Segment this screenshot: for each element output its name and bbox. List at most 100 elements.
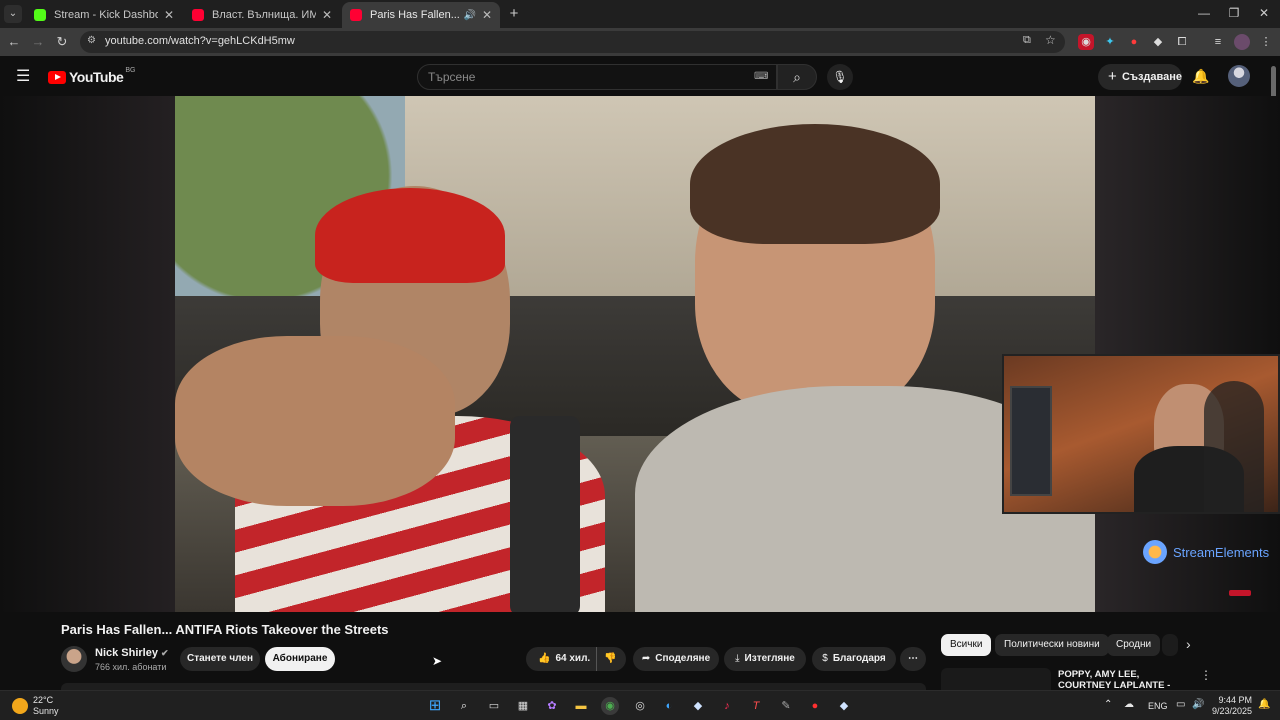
kick-icon xyxy=(34,9,46,21)
app-icon[interactable]: ✎ xyxy=(777,697,795,715)
network-icon[interactable]: ▭ xyxy=(1176,699,1185,710)
channel-name[interactable]: Nick Shirley ✔ xyxy=(95,647,169,659)
webcam-monitor xyxy=(1010,386,1052,496)
thumbs-down-icon[interactable]: 👎 xyxy=(604,647,616,671)
channel-avatar[interactable] xyxy=(61,646,87,672)
windows-taskbar: 22°C Sunny ⊞ ⌕ ▭ ▦ ✿ ▬ ◉ ◎ ◐ ◆ ♪ T ✎ ● ◆… xyxy=(0,690,1280,720)
overlay-alert-badge xyxy=(1229,590,1251,596)
profile-avatar[interactable] xyxy=(1234,34,1250,50)
steam-icon[interactable]: ◆ xyxy=(689,697,707,715)
tiktok-icon[interactable]: ♪ xyxy=(718,697,736,715)
tab-youtube-empire[interactable]: Власт. Вълнища. ИМПЕРИЯ. И ✕ xyxy=(184,2,340,28)
streamelements-text: StreamElements xyxy=(1173,544,1270,560)
keyboard-icon[interactable]: ⌨ xyxy=(754,71,768,82)
thumbs-up-icon[interactable]: 👍 xyxy=(538,653,550,664)
chip-label: Сродни xyxy=(1116,639,1152,650)
restore-button[interactable]: ❐ xyxy=(1218,0,1250,28)
clock[interactable]: 9:44 PM 9/23/2025 xyxy=(1212,695,1252,716)
notification-icon[interactable]: 🔔 xyxy=(1258,699,1270,710)
youtube-logo[interactable]: YouTube BG xyxy=(48,67,135,85)
weather-desc[interactable]: Sunny xyxy=(33,706,59,716)
microphone-icon: 🎙 xyxy=(832,70,848,84)
description-box[interactable] xyxy=(61,683,926,690)
extensions-puzzle-icon[interactable]: ⧠ xyxy=(1174,34,1190,50)
chip-all[interactable]: Всички xyxy=(941,634,992,656)
app-icon[interactable]: T xyxy=(747,697,765,715)
new-tab-button[interactable]: + xyxy=(505,5,523,23)
steam-icon[interactable]: ◆ xyxy=(835,697,853,715)
reload-button[interactable]: ↻ xyxy=(52,32,72,52)
video-player[interactable] xyxy=(175,96,1095,612)
extension-icon[interactable]: ● xyxy=(1126,34,1142,50)
search-input[interactable] xyxy=(428,70,728,84)
reading-list-icon[interactable]: ≡ xyxy=(1210,34,1226,50)
back-button[interactable]: ← xyxy=(4,32,24,52)
tray-overflow-icon[interactable]: ⌃ xyxy=(1104,699,1112,710)
app-icon[interactable]: ● xyxy=(806,697,824,715)
like-count[interactable]: 64 хил. xyxy=(555,653,590,664)
extension-icon[interactable]: ✦ xyxy=(1102,34,1118,50)
minimize-button[interactable]: — xyxy=(1188,0,1220,28)
chevron-right-icon[interactable]: › xyxy=(1186,636,1191,652)
cast-icon[interactable]: ⧉ xyxy=(1023,34,1031,47)
share-button[interactable]: ➦ Споделяне xyxy=(633,647,719,671)
app-icon[interactable]: ◎ xyxy=(631,697,649,715)
chrome-icon[interactable]: ◉ xyxy=(601,697,619,715)
like-dislike-group: 👍 64 хил. 👎 xyxy=(526,647,626,671)
windows-start-icon[interactable]: ⊞ xyxy=(426,697,444,715)
join-button[interactable]: Станете член xyxy=(180,647,260,671)
thanks-button[interactable]: $ Благодаря xyxy=(812,647,896,671)
close-tab-icon[interactable]: ✕ xyxy=(322,8,332,22)
streamer-webcam-overlay xyxy=(1002,354,1280,514)
weather-sun-icon[interactable] xyxy=(12,698,28,714)
video-title: Paris Has Fallen... ANTIFA Riots Takeove… xyxy=(61,622,389,637)
chip-partial[interactable] xyxy=(1162,634,1178,656)
tab-paris-has-fallen[interactable]: Paris Has Fallen... ANTIFA R 🔊 ✕ xyxy=(342,2,500,28)
tab-kick-dashboard[interactable]: Stream - Kick Dashboard ✕ xyxy=(26,2,182,28)
recommendation-thumbnail[interactable] xyxy=(941,668,1051,690)
hamburger-menu-icon[interactable]: ☰ xyxy=(16,66,30,86)
close-tab-icon[interactable]: ✕ xyxy=(164,8,174,22)
extension-icon[interactable]: ◆ xyxy=(1150,34,1166,50)
mouse-cursor-icon: ➤ xyxy=(432,654,443,668)
volume-icon[interactable]: 🔊 xyxy=(1192,699,1204,710)
app-icon[interactable]: ◐ xyxy=(660,697,678,715)
file-explorer-icon[interactable]: ▬ xyxy=(572,697,590,715)
address-bar[interactable]: ⚙ youtube.com/watch?v=gehLCKdH5mw ⧉ ☆ xyxy=(80,31,1065,53)
store-icon[interactable]: ▦ xyxy=(514,697,532,715)
subscribe-label: Абониране xyxy=(272,653,328,664)
chip-related[interactable]: Сродни xyxy=(1107,634,1161,656)
plus-icon: + xyxy=(1108,68,1117,85)
speaker-icon[interactable]: 🔊 xyxy=(463,10,475,21)
search-box[interactable]: ⌨ xyxy=(417,64,777,90)
more-menu-icon[interactable]: ⋮ xyxy=(1258,34,1274,50)
task-view-icon[interactable]: ▭ xyxy=(485,697,503,715)
clock-date: 9/23/2025 xyxy=(1212,706,1253,716)
weather-temp[interactable]: 22°C xyxy=(33,695,53,705)
account-avatar[interactable] xyxy=(1228,65,1250,87)
create-button[interactable]: + Създаване xyxy=(1098,64,1182,90)
video-frame-hand xyxy=(175,336,455,506)
cloud-icon[interactable]: ☁ xyxy=(1124,699,1134,710)
extension-icon[interactable]: ◉ xyxy=(1078,34,1094,50)
close-window-button[interactable]: ✕ xyxy=(1248,0,1280,28)
search-icon[interactable]: ⌕ xyxy=(455,697,473,715)
forward-button[interactable]: → xyxy=(28,32,48,52)
subscribe-button[interactable]: Абониране xyxy=(265,647,335,671)
chip-political-news[interactable]: Политически новини xyxy=(995,634,1109,656)
search-button[interactable]: ⌕ xyxy=(777,64,817,90)
more-actions-button[interactable]: ⋯ xyxy=(900,647,926,671)
language-indicator[interactable]: ENG xyxy=(1148,701,1168,711)
bookmark-star-icon[interactable]: ☆ xyxy=(1045,33,1056,47)
create-label: Създаване xyxy=(1122,71,1183,83)
notifications-bell-icon[interactable]: 🔔 xyxy=(1192,68,1209,85)
tab-search-button[interactable]: ⌄ xyxy=(4,5,22,23)
site-info-icon[interactable]: ⚙ xyxy=(87,35,96,46)
recommendation-menu-icon[interactable]: ⋮ xyxy=(1200,668,1212,682)
close-tab-icon[interactable]: ✕ xyxy=(482,8,492,22)
voice-search-button[interactable]: 🎙 xyxy=(827,64,853,90)
tab-title: Власт. Вълнища. ИМПЕРИЯ. И xyxy=(212,9,316,21)
copilot-icon[interactable]: ✿ xyxy=(543,697,561,715)
tab-title: Stream - Kick Dashboard xyxy=(54,9,158,21)
download-button[interactable]: ⤓ Изтегляне xyxy=(724,647,806,671)
